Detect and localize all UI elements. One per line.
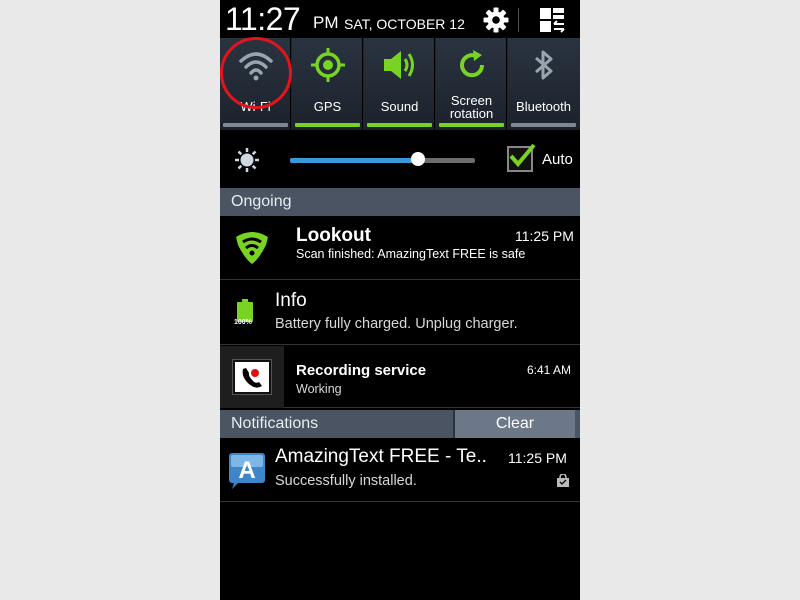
recording-time: 6:41 AM bbox=[527, 363, 572, 377]
amazingtext-time: 11:25 PM bbox=[508, 450, 567, 466]
sound-label: Sound bbox=[380, 99, 419, 114]
bluetooth-state-bar bbox=[511, 123, 576, 127]
bluetooth-label: Bluetooth bbox=[516, 99, 571, 114]
recording-title: Recording service bbox=[296, 362, 427, 379]
sound-state-bar bbox=[367, 123, 432, 127]
rotation-icon bbox=[436, 44, 507, 86]
rotation-label-line2: rotation bbox=[449, 106, 494, 121]
gps-label: GPS bbox=[313, 99, 342, 114]
battery-level-label: 100% bbox=[234, 319, 252, 326]
date-label: SAT, OCTOBER 12 bbox=[344, 16, 465, 32]
screen-rotation-toggle[interactable]: Screen rotation bbox=[436, 38, 507, 130]
multiwindow-button[interactable] bbox=[536, 4, 568, 36]
lookout-text: Scan finished: AmazingText FREE is safe bbox=[296, 247, 526, 261]
amazingtext-icon: A bbox=[228, 452, 268, 495]
lookout-shield-icon bbox=[232, 229, 272, 270]
gps-icon bbox=[292, 44, 363, 86]
recording-text: Working bbox=[296, 382, 342, 396]
recording-icon-tile bbox=[220, 346, 284, 408]
gear-icon bbox=[483, 7, 509, 33]
ongoing-section-header: Ongoing bbox=[220, 188, 580, 216]
status-bar: 11:27 PM SAT, OCTOBER 12 bbox=[220, 0, 580, 38]
notification-amazingtext[interactable]: A AmazingText FREE - Te.. 11:25 PM Succe… bbox=[220, 438, 580, 502]
speaker-icon bbox=[364, 44, 435, 86]
amazingtext-title: AmazingText FREE - Te.. bbox=[275, 446, 487, 467]
info-text: Battery fully charged. Unplug charger. bbox=[275, 316, 518, 332]
checkmark-icon bbox=[509, 143, 536, 168]
brightness-icon bbox=[234, 147, 260, 178]
brightness-row: Auto bbox=[220, 130, 580, 188]
notification-info[interactable]: 100% Info Battery fully charged. Unplug … bbox=[220, 281, 580, 345]
auto-brightness-checkbox[interactable] bbox=[507, 143, 536, 172]
phone-record-icon bbox=[233, 360, 271, 394]
brightness-slider[interactable] bbox=[290, 158, 475, 163]
settings-button[interactable] bbox=[480, 4, 512, 36]
info-title: Info bbox=[275, 290, 307, 311]
notification-recording-service[interactable]: Recording service 6:41 AM Working bbox=[220, 346, 580, 408]
bluetooth-icon bbox=[508, 44, 579, 86]
gps-state-bar bbox=[295, 123, 360, 127]
lookout-time: 11:25 PM bbox=[515, 228, 574, 244]
lookout-title: Lookout bbox=[296, 225, 371, 246]
svg-text:A: A bbox=[238, 457, 255, 484]
grid-arrows-icon bbox=[540, 8, 565, 33]
sound-toggle[interactable]: Sound bbox=[364, 38, 435, 130]
highlight-circle bbox=[220, 37, 292, 109]
gps-toggle[interactable]: GPS bbox=[292, 38, 363, 130]
wifi-state-bar bbox=[223, 123, 288, 127]
store-bag-icon bbox=[556, 473, 570, 492]
brightness-slider-thumb[interactable] bbox=[410, 152, 425, 166]
status-divider bbox=[518, 8, 519, 32]
rotation-state-bar bbox=[439, 123, 504, 127]
auto-brightness-label: Auto bbox=[542, 151, 573, 168]
notifications-section-header: Notifications Clear bbox=[220, 410, 580, 438]
brightness-slider-fill bbox=[290, 158, 418, 163]
bluetooth-toggle[interactable]: Bluetooth bbox=[508, 38, 580, 130]
amazingtext-text: Successfully installed. bbox=[275, 473, 417, 489]
clear-button[interactable]: Clear bbox=[453, 410, 575, 438]
clock-time: 11:27 bbox=[225, 1, 301, 37]
battery-icon: 100% bbox=[234, 299, 257, 327]
notification-lookout[interactable]: Lookout 11:25 PM Scan finished: AmazingT… bbox=[220, 216, 580, 280]
notifications-header-label: Notifications bbox=[231, 415, 319, 432]
clock-ampm: PM bbox=[313, 13, 339, 32]
